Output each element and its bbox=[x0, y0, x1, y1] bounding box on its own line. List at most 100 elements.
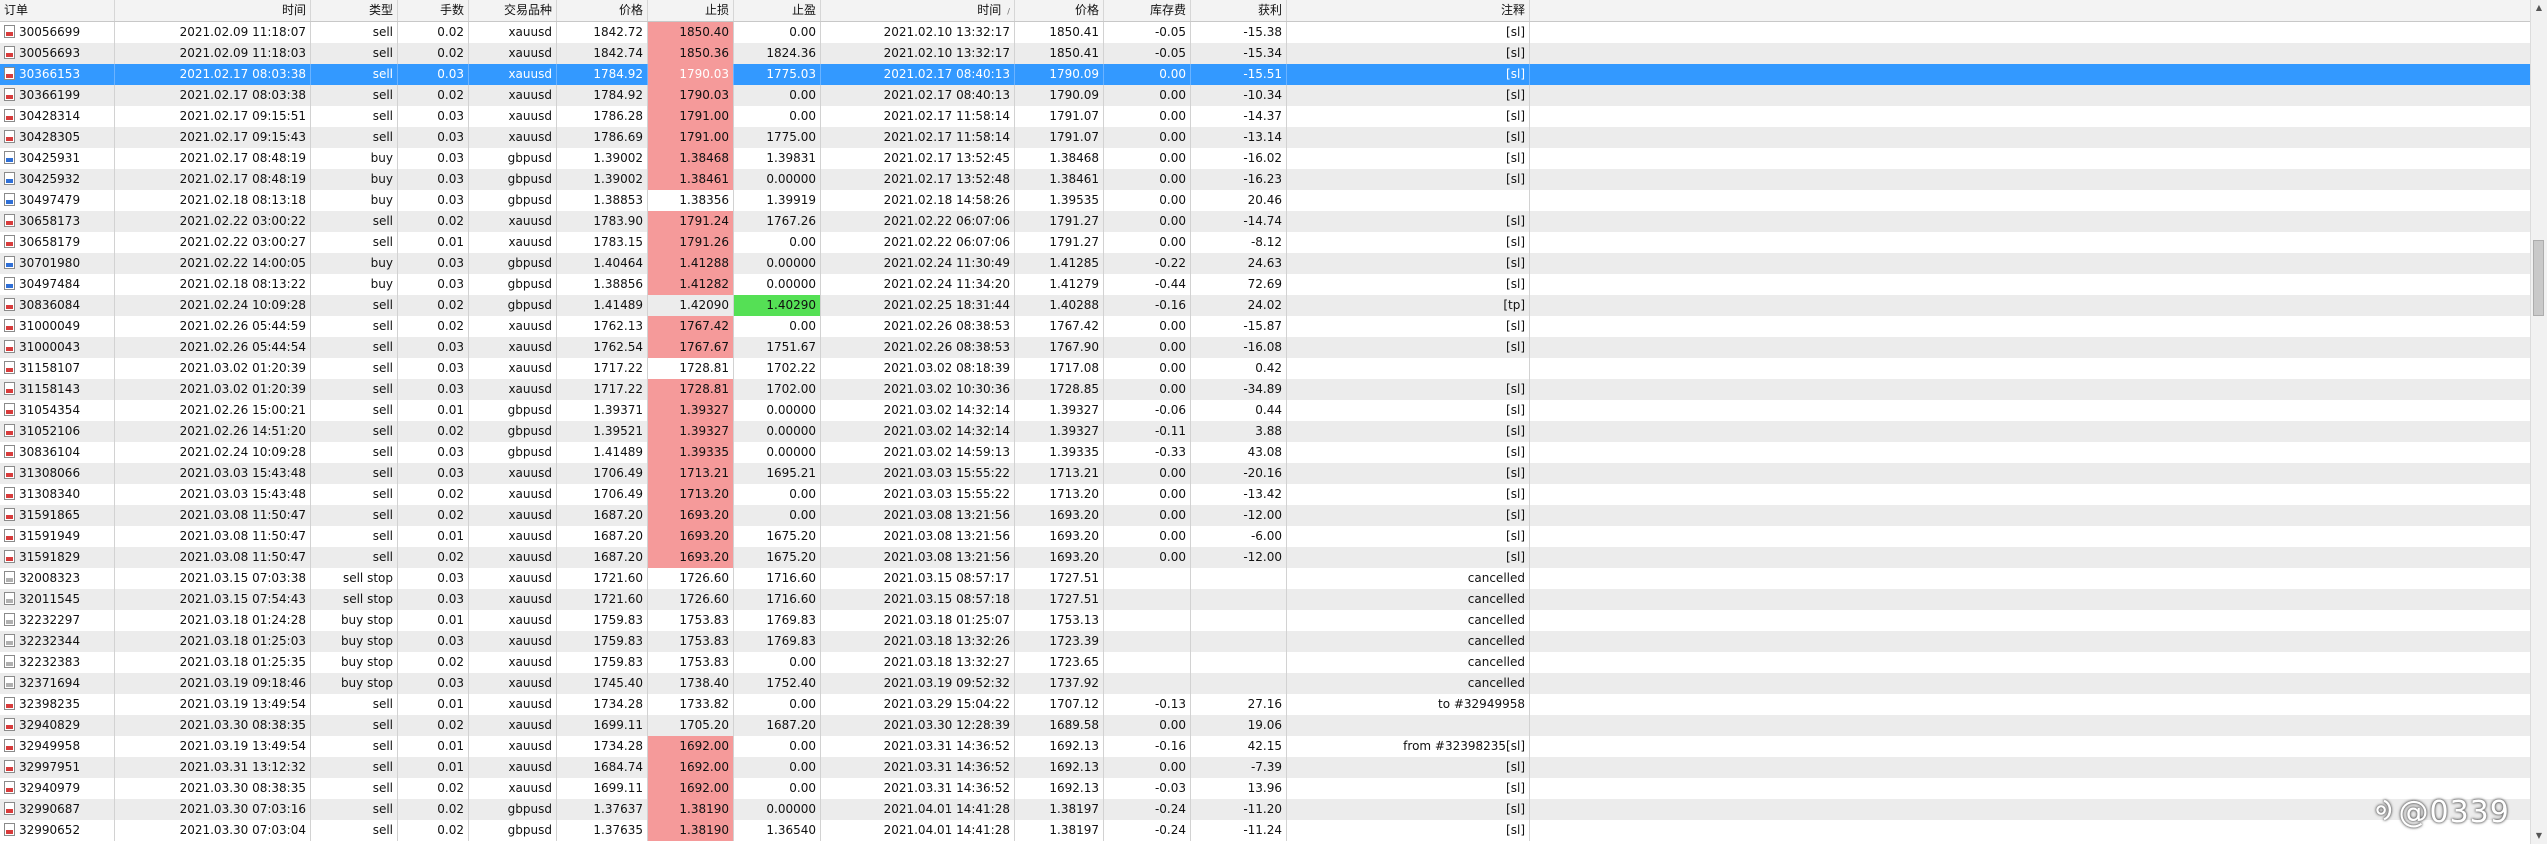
scroll-down-arrow-icon[interactable]: ▼ bbox=[2531, 828, 2547, 844]
order-value: 30425931 bbox=[19, 151, 81, 165]
lots-value: 0.03 bbox=[437, 193, 464, 207]
column-header-order[interactable]: 订单 bbox=[0, 0, 115, 21]
comment-value: [sl] bbox=[1506, 802, 1525, 816]
table-row[interactable]: 32008323 2021.03.15 07:03:38 sell stop 0.03… bbox=[0, 568, 2530, 589]
comment-value: [sl] bbox=[1506, 130, 1525, 144]
scrollbar-thumb[interactable] bbox=[2533, 240, 2544, 316]
close-time-value: 2021.02.17 08:40:13 bbox=[883, 88, 1010, 102]
table-row[interactable]: 30701980 2021.02.22 14:00:05 buy 0.03 gbpusd… bbox=[0, 253, 2530, 274]
table-row[interactable]: 30836104 2021.02.24 10:09:28 sell 0.03 gbpus… bbox=[0, 442, 2530, 463]
table-row[interactable]: 32371694 2021.03.19 09:18:46 buy stop 0.03 x… bbox=[0, 673, 2530, 694]
column-header-swap[interactable]: 库存费 bbox=[1104, 0, 1191, 21]
table-row[interactable]: 30428314 2021.02.17 09:15:51 sell 0.03 xauus… bbox=[0, 106, 2530, 127]
cell-symbol: xauusd bbox=[469, 484, 557, 505]
table-row[interactable]: 31308066 2021.03.03 15:43:48 sell 0.03 xauus… bbox=[0, 463, 2530, 484]
table-row[interactable]: 31591829 2021.03.08 11:50:47 sell 0.02 xauus… bbox=[0, 547, 2530, 568]
table-row[interactable]: 31000043 2021.02.26 05:44:54 sell 0.03 xauus… bbox=[0, 337, 2530, 358]
column-header-close-price[interactable]: 价格 bbox=[1015, 0, 1104, 21]
cell-close-time: 2021.03.31 14:36:52 bbox=[821, 778, 1015, 799]
table-row[interactable]: 30056693 2021.02.09 11:18:03 sell 0.02 xauus… bbox=[0, 43, 2530, 64]
open-price-value: 1699.11 bbox=[593, 718, 643, 732]
lots-value: 0.01 bbox=[437, 613, 464, 627]
close-price-value: 1850.41 bbox=[1049, 25, 1099, 39]
table-row[interactable]: 30425931 2021.02.17 08:48:19 buy 0.03 gbpusd… bbox=[0, 148, 2530, 169]
tp-value: 0.00 bbox=[789, 781, 816, 795]
table-row[interactable]: 31591865 2021.03.08 11:50:47 sell 0.02 xauus… bbox=[0, 505, 2530, 526]
cell-sl: 1713.20 bbox=[648, 484, 734, 505]
cell-swap: -0.24 bbox=[1104, 820, 1191, 841]
table-row[interactable]: 30056699 2021.02.09 11:18:07 sell 0.02 xauus… bbox=[0, 22, 2530, 43]
table-row[interactable]: 32990687 2021.03.30 07:03:16 sell 0.02 gbpus… bbox=[0, 799, 2530, 820]
cell-close-price: 1790.09 bbox=[1015, 85, 1104, 106]
table-row[interactable]: 32232344 2021.03.18 01:25:03 buy stop 0.03 x… bbox=[0, 631, 2530, 652]
cell-symbol: xauusd bbox=[469, 526, 557, 547]
table-row[interactable]: 30836084 2021.02.24 10:09:28 sell 0.02 gbpus… bbox=[0, 295, 2530, 316]
cell-tp: 0.00 bbox=[734, 694, 821, 715]
cell-close-price: 1.40288 bbox=[1015, 295, 1104, 316]
order-value: 32398235 bbox=[19, 697, 81, 711]
close-price-value: 1.38197 bbox=[1049, 802, 1099, 816]
table-row[interactable]: 30425932 2021.02.17 08:48:19 buy 0.03 gbpusd… bbox=[0, 169, 2530, 190]
table-row[interactable]: 31054354 2021.02.26 15:00:21 sell 0.01 gbpus… bbox=[0, 400, 2530, 421]
sl-value: 1767.67 bbox=[679, 340, 729, 354]
open-time-value: 2021.03.30 07:03:16 bbox=[179, 802, 306, 816]
table-row[interactable]: 32398235 2021.03.19 13:49:54 sell 0.01 xauus… bbox=[0, 694, 2530, 715]
cell-open-price: 1706.49 bbox=[557, 484, 648, 505]
column-header-symbol[interactable]: 交易品种 bbox=[469, 0, 557, 21]
table-row[interactable]: 31158107 2021.03.02 01:20:39 sell 0.03 xauus… bbox=[0, 358, 2530, 379]
open-price-value: 1.39521 bbox=[593, 424, 643, 438]
cell-profit: -12.00 bbox=[1191, 547, 1287, 568]
table-row[interactable]: 30428305 2021.02.17 09:15:43 sell 0.03 xauus… bbox=[0, 127, 2530, 148]
column-header-close-time[interactable]: 时间 / bbox=[821, 0, 1015, 21]
scroll-up-arrow-icon[interactable]: ▲ bbox=[2531, 0, 2547, 16]
open-price-value: 1759.83 bbox=[593, 634, 643, 648]
comment-value: [sl] bbox=[1506, 550, 1525, 564]
column-header-open-price[interactable]: 价格 bbox=[557, 0, 648, 21]
table-row[interactable]: 31308340 2021.03.03 15:43:48 sell 0.02 xauus… bbox=[0, 484, 2530, 505]
table-row[interactable]: 31591949 2021.03.08 11:50:47 sell 0.01 xauus… bbox=[0, 526, 2530, 547]
cell-symbol: xauusd bbox=[469, 337, 557, 358]
order-type-icon bbox=[4, 592, 15, 605]
column-header-sl[interactable]: 止损 bbox=[648, 0, 734, 21]
cell-type: buy bbox=[311, 274, 398, 295]
table-row[interactable]: 32990652 2021.03.30 07:03:04 sell 0.02 gbpus… bbox=[0, 820, 2530, 841]
column-header-comment[interactable]: 注释 bbox=[1287, 0, 1530, 21]
table-row[interactable]: 31000049 2021.02.26 05:44:59 sell 0.02 xauus… bbox=[0, 316, 2530, 337]
cell-open-price: 1842.72 bbox=[557, 22, 648, 43]
cell-lots: 0.02 bbox=[398, 799, 469, 820]
vertical-scrollbar[interactable]: ▲ ▼ bbox=[2530, 0, 2547, 844]
column-header-open-time[interactable]: 时间 bbox=[115, 0, 311, 21]
close-price-value: 1.38461 bbox=[1049, 172, 1099, 186]
sl-value: 1693.20 bbox=[679, 508, 729, 522]
close-price-value: 1.41285 bbox=[1049, 256, 1099, 270]
table-row[interactable]: 30366199 2021.02.17 08:03:38 sell 0.02 xauus… bbox=[0, 85, 2530, 106]
table-row[interactable]: 30366153 2021.02.17 08:03:38 sell 0.03 xauus… bbox=[0, 64, 2530, 85]
swap-value: 0.00 bbox=[1159, 109, 1186, 123]
cell-close-price: 1767.90 bbox=[1015, 337, 1104, 358]
table-row[interactable]: 32997951 2021.03.31 13:12:32 sell 0.01 xauus… bbox=[0, 757, 2530, 778]
open-price-value: 1717.22 bbox=[593, 382, 643, 396]
cell-sl: 1726.60 bbox=[648, 568, 734, 589]
column-header-lots[interactable]: 手数 bbox=[398, 0, 469, 21]
column-header-tp[interactable]: 止盈 bbox=[734, 0, 821, 21]
column-header-type[interactable]: 类型 bbox=[311, 0, 398, 21]
cell-type: sell bbox=[311, 358, 398, 379]
table-row[interactable]: 32232383 2021.03.18 01:25:35 buy stop 0.02 x… bbox=[0, 652, 2530, 673]
column-header-profit[interactable]: 获利 bbox=[1191, 0, 1287, 21]
table-row[interactable]: 30658173 2021.02.22 03:00:22 sell 0.02 xauus… bbox=[0, 211, 2530, 232]
cell-symbol: xauusd bbox=[469, 358, 557, 379]
table-row[interactable]: 32011545 2021.03.15 07:54:43 sell stop 0.03… bbox=[0, 589, 2530, 610]
table-row[interactable]: 30658179 2021.02.22 03:00:27 sell 0.01 xauus… bbox=[0, 232, 2530, 253]
open-time-value: 2021.03.08 11:50:47 bbox=[179, 508, 306, 522]
cell-profit bbox=[1191, 631, 1287, 652]
table-row[interactable]: 31158143 2021.03.02 01:20:39 sell 0.03 xauus… bbox=[0, 379, 2530, 400]
table-row[interactable]: 32940829 2021.03.30 08:38:35 sell 0.02 xauus… bbox=[0, 715, 2530, 736]
table-row[interactable]: 30497484 2021.02.18 08:13:22 buy 0.03 gbpusd… bbox=[0, 274, 2530, 295]
table-row[interactable]: 32940979 2021.03.30 08:38:35 sell 0.02 xauus… bbox=[0, 778, 2530, 799]
table-row[interactable]: 32949958 2021.03.19 13:49:54 sell 0.01 xauus… bbox=[0, 736, 2530, 757]
table-row[interactable]: 32232297 2021.03.18 01:24:28 buy stop 0.01 x… bbox=[0, 610, 2530, 631]
table-row[interactable]: 30497479 2021.02.18 08:13:18 buy 0.03 gbpusd… bbox=[0, 190, 2530, 211]
table-row[interactable]: 31052106 2021.02.26 14:51:20 sell 0.02 gbpus… bbox=[0, 421, 2530, 442]
cell-tp: 0.00 bbox=[734, 22, 821, 43]
swap-value: 0.00 bbox=[1159, 130, 1186, 144]
